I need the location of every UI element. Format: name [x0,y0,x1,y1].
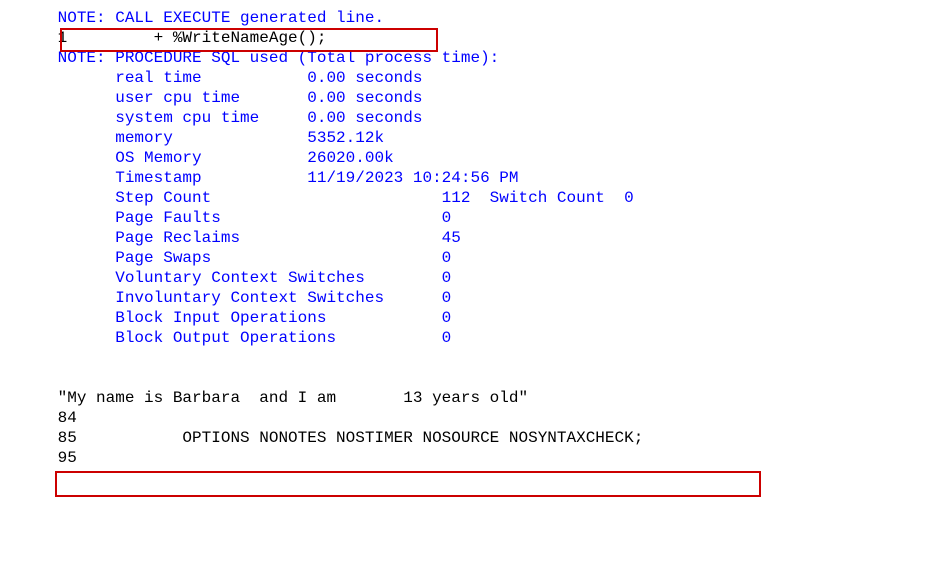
stat-involuntary-context-switches: Involuntary Context Switches 0 [58,289,452,307]
stat-system-cpu-time: system cpu time 0.00 seconds [58,109,423,127]
sas-log-view: NOTE: CALL EXECUTE generated line. 1 + %… [0,0,935,568]
stat-block-output-operations: Block Output Operations 0 [58,329,452,347]
line-95: 95 [58,449,77,467]
generated-line: 1 + %WriteNameAge(); [58,29,327,47]
stat-timestamp: Timestamp 11/19/2023 10:24:56 PM [58,169,519,187]
note-proc-sql: NOTE: PROCEDURE SQL used (Total process … [58,49,500,67]
output-line: "My name is Barbara and I am 13 years ol… [58,389,528,407]
stat-block-input-operations: Block Input Operations 0 [58,309,452,327]
highlight-output-line [55,471,761,497]
stat-real-time: real time 0.00 seconds [58,69,423,87]
line-85-options: 85 OPTIONS NONOTES NOSTIMER NOSOURCE NOS… [58,429,644,447]
log-text: NOTE: CALL EXECUTE generated line. 1 + %… [0,0,935,468]
line-84: 84 [58,409,77,427]
stat-os-memory: OS Memory 26020.00k [58,149,394,167]
stat-voluntary-context-switches: Voluntary Context Switches 0 [58,269,452,287]
note-call-execute: NOTE: CALL EXECUTE generated line. [58,9,384,27]
stat-step-count: Step Count 112 Switch Count 0 [58,189,634,207]
stat-page-swaps: Page Swaps 0 [58,249,452,267]
stat-page-reclaims: Page Reclaims 45 [58,229,461,247]
stat-page-faults: Page Faults 0 [58,209,452,227]
stat-user-cpu-time: user cpu time 0.00 seconds [58,89,423,107]
stat-memory: memory 5352.12k [58,129,384,147]
